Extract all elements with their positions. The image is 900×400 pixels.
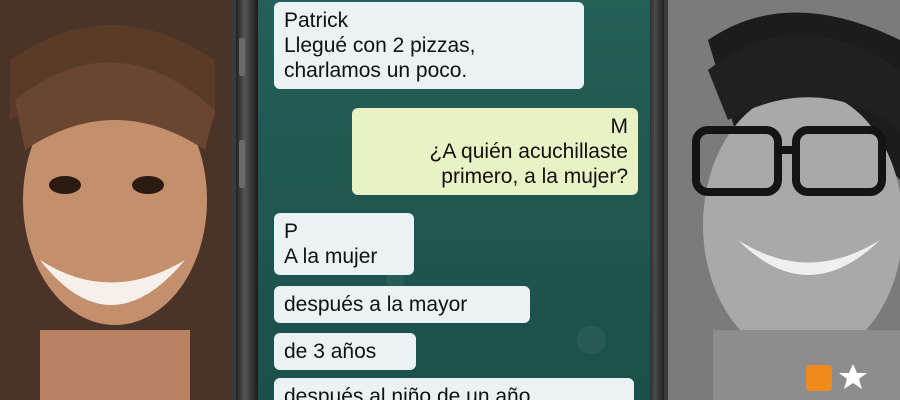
message-sender: M bbox=[610, 115, 629, 138]
right-photo bbox=[668, 0, 900, 400]
message-bubble: después al niño de un año bbox=[274, 378, 634, 400]
left-portrait bbox=[0, 0, 232, 400]
channel-logo bbox=[806, 362, 888, 394]
right-portrait bbox=[668, 0, 900, 400]
message-text: Llegué con 2 pizzas, bbox=[284, 34, 476, 57]
message-sender: Patrick bbox=[284, 9, 349, 32]
message-bubble: después a la mayor bbox=[274, 286, 530, 323]
n-logo-icon bbox=[806, 365, 832, 391]
phone-side-button bbox=[239, 140, 245, 188]
message-sender: P bbox=[284, 220, 299, 243]
message-text: primero, a la mujer? bbox=[441, 165, 628, 188]
message-bubble: de 3 años bbox=[274, 333, 416, 370]
message-text: después al niño de un año bbox=[284, 385, 531, 400]
message-text: después a la mayor bbox=[284, 293, 468, 316]
message-text: A la mujer bbox=[284, 245, 378, 268]
message-text: de 3 años bbox=[284, 340, 377, 363]
star-logo-icon bbox=[839, 364, 867, 389]
message-bubble: M ¿A quién acuchillaste primero, a la mu… bbox=[352, 108, 638, 195]
message-bubble: P A la mujer bbox=[274, 213, 414, 275]
message-text: ¿A quién acuchillaste bbox=[429, 140, 628, 163]
chat-conversation: Patrick Llegué con 2 pizzas, charlamos u… bbox=[258, 0, 650, 400]
phone: Patrick Llegué con 2 pizzas, charlamos u… bbox=[232, 0, 668, 400]
message-bubble: Patrick Llegué con 2 pizzas, charlamos u… bbox=[274, 2, 584, 89]
left-photo bbox=[0, 0, 232, 400]
phone-side-button bbox=[239, 38, 245, 76]
message-text: charlamos un poco. bbox=[284, 59, 468, 82]
